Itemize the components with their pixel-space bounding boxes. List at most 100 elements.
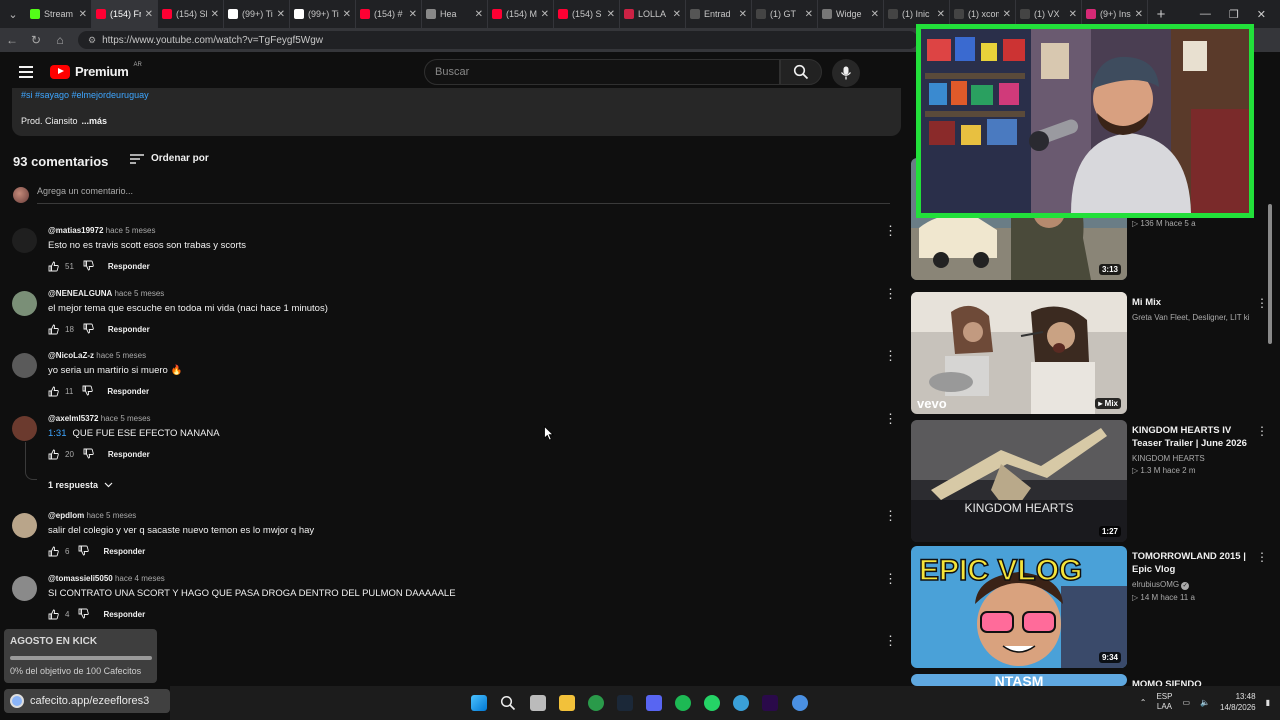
comment-menu-icon[interactable]: ⋮ (884, 509, 897, 522)
close-tab-icon[interactable]: ✕ (1135, 9, 1143, 20)
comment-time[interactable]: hace 4 meses (115, 574, 165, 583)
video-thumbnail[interactable]: vevo ▸ Mix (911, 292, 1127, 414)
home-icon[interactable]: ⌂ (48, 33, 72, 47)
close-tab-icon[interactable]: ✕ (277, 9, 285, 20)
browser-tab[interactable]: LOLLA ✕ (620, 0, 686, 28)
reload-icon[interactable]: ↻ (24, 33, 48, 47)
close-tab-icon[interactable]: ✕ (79, 9, 87, 20)
browser-tab[interactable]: Entrad ✕ (686, 0, 752, 28)
close-window-icon[interactable]: ✕ (1257, 8, 1266, 21)
avatar[interactable] (12, 228, 37, 253)
close-tab-icon[interactable]: ✕ (409, 9, 417, 20)
reply-button[interactable]: Responder (108, 450, 150, 459)
close-tab-icon[interactable]: ✕ (673, 9, 681, 20)
close-tab-icon[interactable]: ✕ (343, 9, 351, 20)
avatar[interactable] (12, 416, 37, 441)
whatsapp-icon[interactable] (704, 695, 720, 711)
comment-author[interactable]: @tomassieli5050 (48, 574, 113, 583)
windows-start-icon[interactable] (471, 695, 487, 711)
close-tab-icon[interactable]: ✕ (1069, 9, 1077, 20)
video-menu-icon[interactable]: ⋮ (1256, 296, 1268, 310)
video-thumbnail[interactable]: EPIC VLOG 9:34 (911, 546, 1127, 668)
comment-time[interactable]: hace 5 meses (106, 226, 156, 235)
close-tab-icon[interactable]: ✕ (937, 9, 945, 20)
video-menu-icon[interactable]: ⋮ (1256, 550, 1268, 564)
taskbar-search-icon[interactable] (500, 695, 516, 711)
file-explorer-icon[interactable] (559, 695, 575, 711)
browser-tab[interactable]: (154) Fr ✕ (92, 0, 158, 28)
comment-time[interactable]: hace 5 meses (96, 351, 146, 360)
view-replies-button[interactable]: 1 respuesta (48, 480, 113, 490)
browser-tab[interactable]: (99+) Ti ✕ (224, 0, 290, 28)
dislike-button[interactable] (78, 545, 90, 558)
dislike-button[interactable] (83, 323, 94, 336)
browser-tab[interactable]: (154) S ✕ (554, 0, 620, 28)
browser-tab[interactable]: (154) # ✕ (356, 0, 422, 28)
like-button[interactable]: 51 (48, 261, 74, 272)
like-button[interactable]: 18 (48, 324, 74, 335)
premiere-icon[interactable] (762, 695, 778, 711)
reply-button[interactable]: Responder (103, 547, 145, 556)
like-button[interactable]: 20 (48, 449, 74, 460)
dislike-button[interactable] (78, 608, 90, 621)
search-input[interactable]: Buscar (424, 59, 780, 85)
like-button[interactable]: 6 (48, 546, 69, 557)
youtube-premium-logo[interactable]: Premium AR (50, 62, 142, 79)
comment-menu-icon[interactable]: ⋮ (884, 634, 897, 647)
close-tab-icon[interactable]: ✕ (1003, 9, 1011, 20)
clock[interactable]: 13:48 14/8/2026 (1220, 691, 1256, 713)
video-thumbnail[interactable]: NTASM (911, 674, 1127, 686)
comment-author[interactable]: @matias19972 (48, 226, 103, 235)
comment-author[interactable]: @epdlom (48, 511, 84, 520)
avatar[interactable] (12, 291, 37, 316)
dislike-button[interactable] (83, 260, 94, 273)
comment-time[interactable]: hace 5 meses (101, 414, 151, 423)
show-more-link[interactable]: ...más (82, 116, 108, 126)
task-view-icon[interactable] (530, 695, 546, 711)
comment-menu-icon[interactable]: ⋮ (884, 572, 897, 585)
browser-tab[interactable]: (154) Sl ✕ (158, 0, 224, 28)
reply-button[interactable]: Responder (107, 387, 149, 396)
comment-timestamp-link[interactable]: 1:31 (48, 428, 67, 439)
maximize-icon[interactable]: ❐ (1229, 8, 1239, 21)
comment-author[interactable]: @NENEALGUNA (48, 289, 112, 298)
add-comment-input[interactable]: Agrega un comentario... (37, 186, 890, 204)
new-tab-button[interactable]: + (1148, 6, 1174, 23)
video-title[interactable]: KINGDOM HEARTS IV Teaser Trailer | June … (1132, 424, 1250, 450)
site-info-icon[interactable]: ⚙ (88, 35, 96, 46)
sort-comments-button[interactable]: Ordenar por (130, 153, 209, 164)
close-tab-icon[interactable]: ✕ (739, 9, 747, 20)
spotify-icon[interactable] (675, 695, 691, 711)
avatar[interactable] (12, 513, 37, 538)
video-channel[interactable]: elrubiusOMG ✓ (1132, 580, 1250, 590)
browser-tab[interactable]: (1) GT ✕ (752, 0, 818, 28)
video-channel[interactable]: Greta Van Fleet, Desligner, LIT kill... (1132, 313, 1250, 322)
menu-icon[interactable] (19, 66, 33, 78)
related-video-4[interactable]: EPIC VLOG 9:34 TOMORROWLAND 2015 | Epic … (911, 546, 1271, 668)
close-tab-icon[interactable]: ✕ (211, 9, 219, 20)
voice-search-button[interactable] (832, 59, 860, 87)
edge-icon[interactable] (733, 695, 749, 711)
video-title[interactable]: Mi Mix (1132, 296, 1250, 309)
browser-tab[interactable]: Hea ✕ (422, 0, 488, 28)
comment-time[interactable]: hace 5 meses (114, 289, 164, 298)
video-description[interactable]: #si #sayago #elmejordeuruguay Prod. Cian… (12, 88, 901, 136)
url-field[interactable]: ⚙ https://www.youtube.com/watch?v=TgFeyg… (78, 31, 918, 49)
search-button[interactable] (780, 59, 822, 85)
video-title[interactable]: TOMORROWLAND 2015 | Epic Vlog (1132, 550, 1250, 576)
back-icon[interactable]: ← (0, 33, 24, 47)
comment-menu-icon[interactable]: ⋮ (884, 224, 897, 237)
volume-icon[interactable]: 🔈 (1200, 698, 1210, 707)
language-indicator[interactable]: ESP LAA (1156, 692, 1172, 712)
comment-menu-icon[interactable]: ⋮ (884, 287, 897, 300)
chrome-icon[interactable] (588, 695, 604, 711)
like-button[interactable]: 11 (48, 386, 73, 397)
video-thumbnail[interactable]: KINGDOM HEARTS 1:27 (911, 420, 1127, 542)
close-tab-icon[interactable]: ✕ (871, 9, 879, 20)
app-icon[interactable] (792, 695, 808, 711)
dislike-button[interactable] (82, 385, 94, 398)
related-video-3[interactable]: KINGDOM HEARTS 1:27 KINGDOM HEARTS IV Te… (911, 420, 1271, 542)
tray-chevron-icon[interactable]: ⌃ (1140, 698, 1147, 707)
related-video-2[interactable]: vevo ▸ Mix Mi Mix Greta Van Fleet, Desli… (911, 292, 1271, 414)
comment-time[interactable]: hace 5 meses (86, 511, 136, 520)
